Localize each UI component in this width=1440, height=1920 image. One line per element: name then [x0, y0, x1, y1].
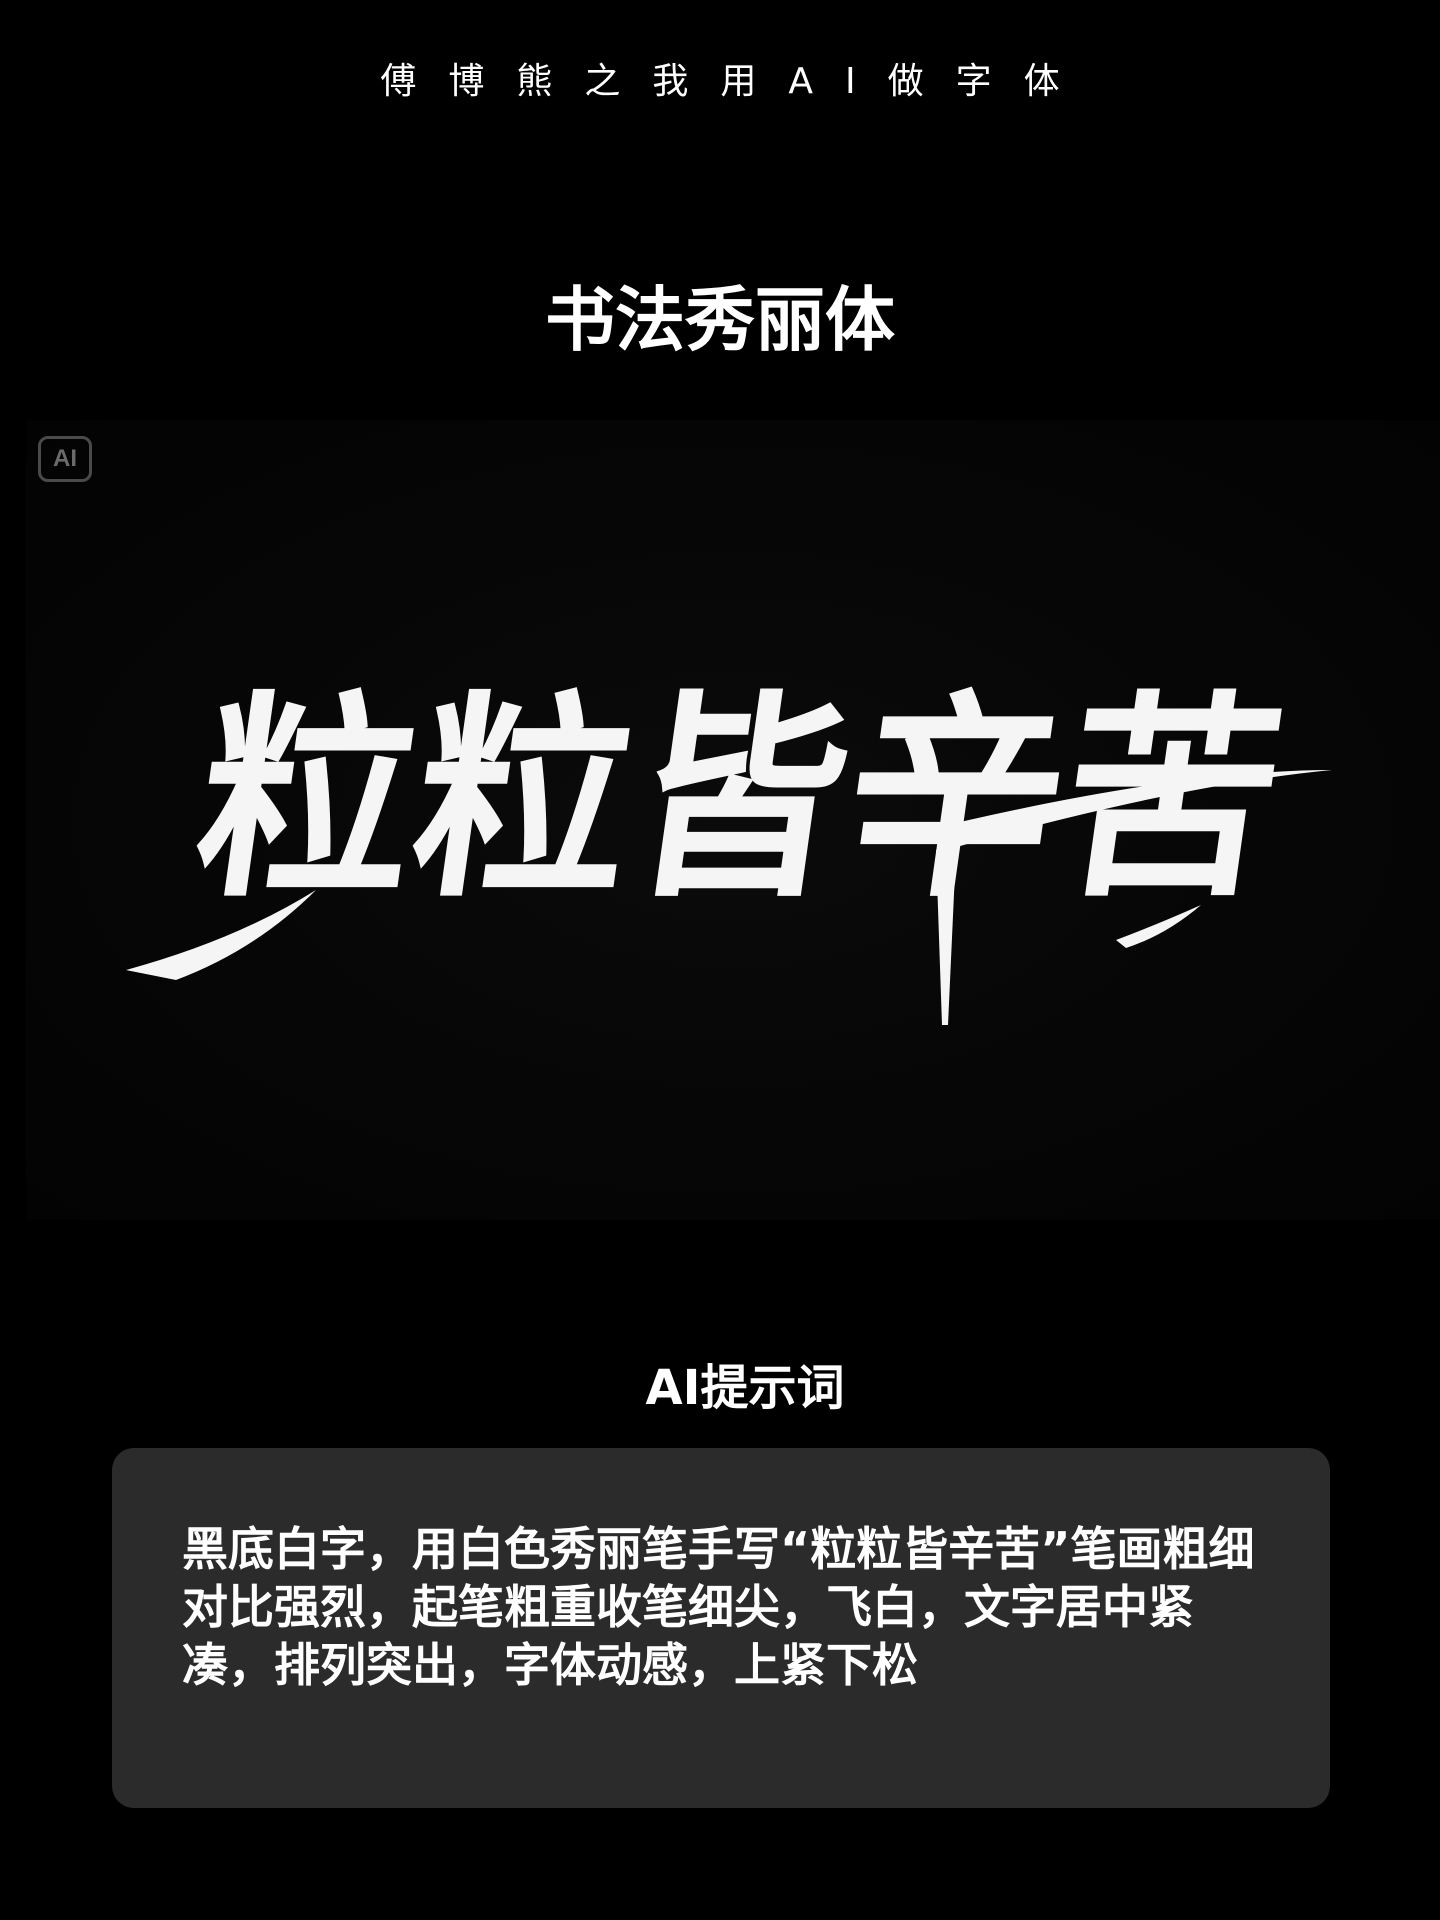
section-title: 书法秀丽体: [545, 279, 895, 361]
calligraphy-canvas: 粒粒皆辛苦: [126, 670, 1332, 1025]
calligraphy-phrase: 粒粒皆辛苦: [182, 670, 1298, 927]
prompt-text: 黑底白字，用白色秀丽笔手写“粒粒皆辛苦”笔画粗细对比强烈，起笔粗重收笔细尖，飞白…: [182, 1522, 1255, 1692]
series-title: 傅博熊之我用AI做字体: [380, 61, 1092, 102]
calligraphy-artwork: AI 粒粒皆辛苦: [26, 420, 1440, 1220]
prompt-heading: AI提示词: [645, 1360, 845, 1416]
prompt-card: 黑底白字，用白色秀丽笔手写“粒粒皆辛苦”笔画粗细对比强烈，起笔粗重收笔细尖，飞白…: [112, 1448, 1330, 1808]
